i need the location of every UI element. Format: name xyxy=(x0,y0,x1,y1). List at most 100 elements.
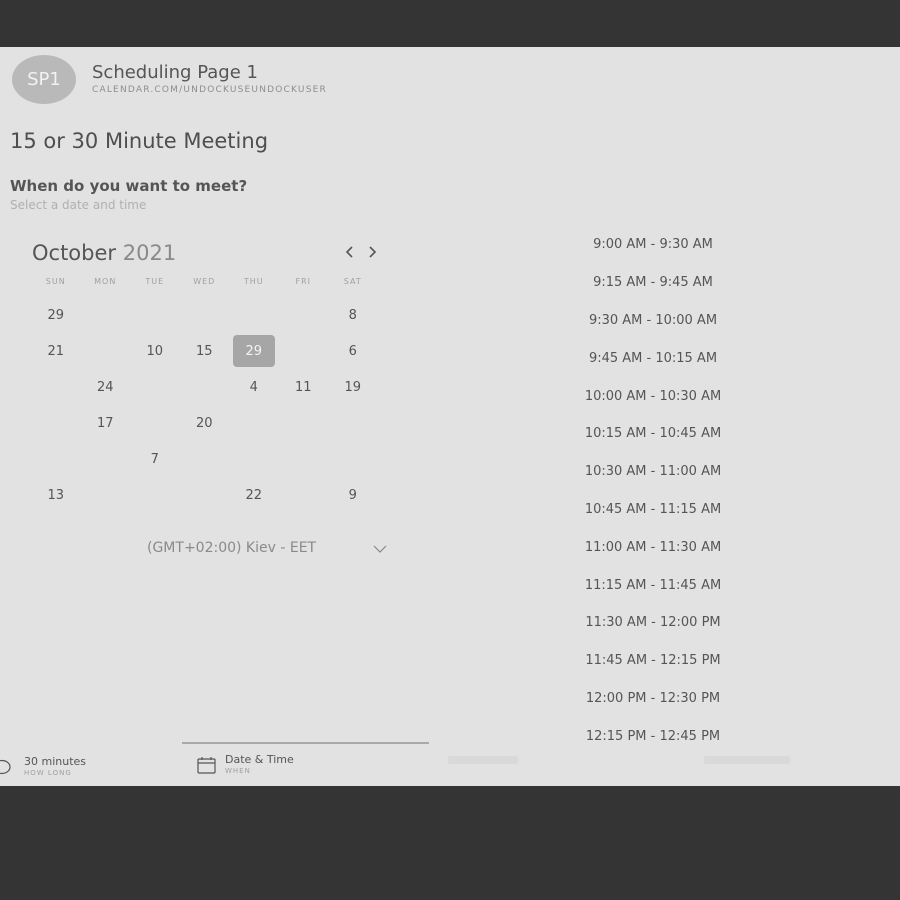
month-label: October 2021 xyxy=(32,241,176,265)
calendar-day-disabled xyxy=(229,405,279,441)
calendar-day-number: 24 xyxy=(96,379,114,395)
calendar-day-number xyxy=(84,443,126,475)
calendar-day[interactable]: 17 xyxy=(81,405,131,441)
time-slot-list: 9:00 AM - 9:30 AM 9:15 AM - 9:45 AM 9:30 A… xyxy=(560,226,746,755)
calendar-day-number xyxy=(134,407,176,439)
weekday-label: FRI xyxy=(295,277,312,286)
calendar-day-number: 8 xyxy=(348,307,357,323)
calendar-day-disabled xyxy=(279,477,329,513)
calendar-day-number xyxy=(183,299,225,331)
calendar-day[interactable]: 29 xyxy=(31,297,81,333)
calendar-day-number: 29 xyxy=(232,335,275,367)
calendar-grid: SUN MON TUE WED THU FRI SAT 29 8 21 10 15 29 6 24 4 11 1… xyxy=(31,277,381,513)
calendar-day[interactable]: 24 xyxy=(81,369,131,405)
meeting-title: 15 or 30 Minute Meeting xyxy=(10,129,269,153)
calendar-day[interactable]: 22 xyxy=(229,477,279,513)
scheduling-panel: SP1 Scheduling Page 1 CALENDAR.COM/UNDOC… xyxy=(0,47,900,786)
time-slot-button[interactable]: 12:00 PM - 12:30 PM xyxy=(560,680,746,718)
previous-month-button[interactable] xyxy=(345,243,355,262)
month-name: October xyxy=(32,241,117,265)
calendar-day[interactable]: 10 xyxy=(130,333,180,369)
chevron-right-icon xyxy=(369,246,377,258)
calendar-day-number xyxy=(282,443,324,475)
calendar-day-number xyxy=(233,407,275,439)
weekday-label: THU xyxy=(243,277,264,286)
calendar-day-number xyxy=(233,299,275,331)
weekday-label: SUN xyxy=(45,277,66,286)
time-slot-button[interactable]: 11:00 AM - 11:30 AM xyxy=(560,528,746,566)
weekday-label: MON xyxy=(94,277,117,286)
calendar-day-disabled xyxy=(81,297,131,333)
calendar-day-number xyxy=(282,335,324,367)
date-time-step-sub: WHEN xyxy=(225,767,251,775)
time-slot-button[interactable]: 11:15 AM - 11:45 AM xyxy=(560,566,746,604)
calendar-day[interactable]: 19 xyxy=(328,369,378,405)
calendar-day-number xyxy=(282,407,324,439)
calendar-day-disabled xyxy=(180,441,230,477)
calendar-day[interactable]: 15 xyxy=(180,333,230,369)
calendar-week: 17 20 xyxy=(31,405,381,441)
confirm-step-placeholder xyxy=(704,756,790,764)
page-url[interactable]: CALENDAR.COM/UNDOCKUSEUNDOCKUSER xyxy=(92,85,327,95)
avatar: SP1 xyxy=(12,55,76,104)
calendar-week: 7 xyxy=(31,441,381,477)
time-slot-button[interactable]: 9:45 AM - 10:15 AM xyxy=(560,339,746,377)
calendar-day-disabled xyxy=(31,369,81,405)
calendar-day-disabled xyxy=(81,333,131,369)
calendar-day-disabled xyxy=(328,441,378,477)
time-slot-button[interactable]: 11:30 AM - 12:00 PM xyxy=(560,604,746,642)
calendar-day-disabled xyxy=(279,297,329,333)
calendar-day[interactable]: 29 xyxy=(229,333,279,369)
calendar-day-disabled xyxy=(229,297,279,333)
calendar-day-number xyxy=(332,443,374,475)
time-slot-button[interactable]: 11:45 AM - 12:15 PM xyxy=(560,642,746,680)
calendar-day-number: 7 xyxy=(150,451,159,467)
calendar-day[interactable]: 11 xyxy=(279,369,329,405)
weekday-header: SUN MON TUE WED THU FRI SAT xyxy=(31,277,381,297)
calendar-day[interactable]: 7 xyxy=(130,441,180,477)
calendar-day[interactable]: 13 xyxy=(31,477,81,513)
calendar-day-number: 29 xyxy=(47,307,65,323)
time-slot-button[interactable]: 9:30 AM - 10:00 AM xyxy=(560,302,746,340)
time-slot-button[interactable]: 10:00 AM - 10:30 AM xyxy=(560,377,746,415)
chevron-left-icon xyxy=(345,246,353,258)
calendar-day-number xyxy=(134,479,176,511)
info-step-placeholder xyxy=(448,756,518,764)
date-time-step-label[interactable]: Date & Time xyxy=(225,753,294,766)
time-slot-button[interactable]: 9:00 AM - 9:30 AM xyxy=(560,226,746,264)
calendar-day-disabled xyxy=(130,297,180,333)
time-slot-button[interactable]: 10:15 AM - 10:45 AM xyxy=(560,415,746,453)
next-month-button[interactable] xyxy=(367,243,377,262)
calendar-day[interactable]: 6 xyxy=(328,333,378,369)
calendar-day-disabled xyxy=(81,441,131,477)
time-slot-button[interactable]: 9:15 AM - 9:45 AM xyxy=(560,264,746,302)
calendar-day[interactable]: 20 xyxy=(180,405,230,441)
calendar-week: 29 8 xyxy=(31,297,381,333)
calendar-day-number xyxy=(134,371,176,403)
calendar-day-number xyxy=(35,443,77,475)
time-slot-button[interactable]: 12:15 PM - 12:45 PM xyxy=(560,717,746,755)
calendar-day-disabled xyxy=(328,405,378,441)
calendar-day[interactable]: 4 xyxy=(229,369,279,405)
calendar-day-number xyxy=(282,479,324,511)
calendar-day[interactable]: 9 xyxy=(328,477,378,513)
duration-step-label[interactable]: 30 minutes xyxy=(24,755,86,768)
calendar-day-disabled xyxy=(130,369,180,405)
calendar-day[interactable]: 21 xyxy=(31,333,81,369)
calendar-day[interactable]: 8 xyxy=(328,297,378,333)
calendar-day-number: 11 xyxy=(294,379,312,395)
calendar-day-number xyxy=(84,479,126,511)
calendar-day-number: 15 xyxy=(195,343,213,359)
timezone-select[interactable]: (GMT+02:00) Kiev - EET xyxy=(147,540,316,556)
calendar-day-disabled xyxy=(180,477,230,513)
chevron-down-icon[interactable] xyxy=(373,543,387,555)
time-slot-button[interactable]: 10:30 AM - 11:00 AM xyxy=(560,453,746,491)
calendar-weeks: 29 8 21 10 15 29 6 24 4 11 19 17 20 7 13 22 9 xyxy=(31,297,381,513)
calendar-day-number xyxy=(84,335,126,367)
calendar-day-number: 19 xyxy=(344,379,362,395)
calendar-day-disabled xyxy=(81,477,131,513)
calendar-day-disabled xyxy=(130,405,180,441)
duration-step-sub: HOW LONG xyxy=(24,769,72,777)
calendar-day-number: 6 xyxy=(348,343,357,359)
time-slot-button[interactable]: 10:45 AM - 11:15 AM xyxy=(560,491,746,529)
